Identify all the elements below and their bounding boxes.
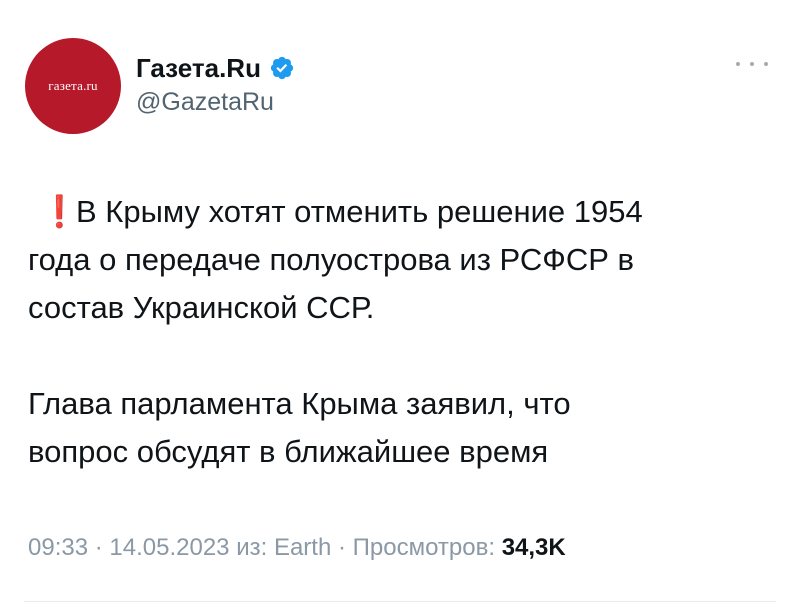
verified-badge-icon [269,55,295,81]
source-prefix: из: [236,534,268,561]
post-text: ❗В Крыму хотят отменить решение 1954 года… [28,188,778,476]
more-dot [764,62,768,66]
post-paragraph-2: Глава парламента Крыма заявил, что вопрос… [28,380,778,476]
divider [24,601,776,602]
post-line: состав Украинской ССР. [28,290,375,325]
views-count: 34,3K [501,534,566,561]
post-time[interactable]: 09:33 [28,534,88,561]
author-display-name[interactable]: Газета.Ru [136,53,261,84]
more-dot [750,62,754,66]
post-source: Earth [273,534,332,561]
exclamation-icon: ❗ [40,194,79,229]
author-name-row: Газета.Ru [136,52,295,84]
post-line: В Крыму хотят отменить решение 1954 [76,194,643,229]
post-line: Глава парламента Крыма заявил, что [28,386,571,421]
post-meta: 09:33 · 14.05.2023 из: Earth · Просмотро… [28,534,566,562]
views-label: Просмотров: [352,534,496,561]
post-date[interactable]: 14.05.2023 [109,534,229,561]
avatar-logo-text: газета.ru [48,78,98,93]
more-dot [736,62,740,66]
avatar[interactable]: газета.ru [25,38,121,134]
meta-separator: · [88,534,110,561]
post-line: года о передаче полуострова из РСФСР в [28,242,634,277]
author-handle[interactable]: @GazetaRu [136,88,274,117]
tweet-card: газета.ru Газета.Ru @GazetaRu ❗В Крыму х… [0,0,800,605]
post-paragraph-1: ❗В Крыму хотят отменить решение 1954 года… [28,188,778,332]
more-options-icon[interactable] [736,56,768,72]
post-line: вопрос обсудят в ближайшее время [28,434,549,469]
meta-separator: · [331,534,353,561]
